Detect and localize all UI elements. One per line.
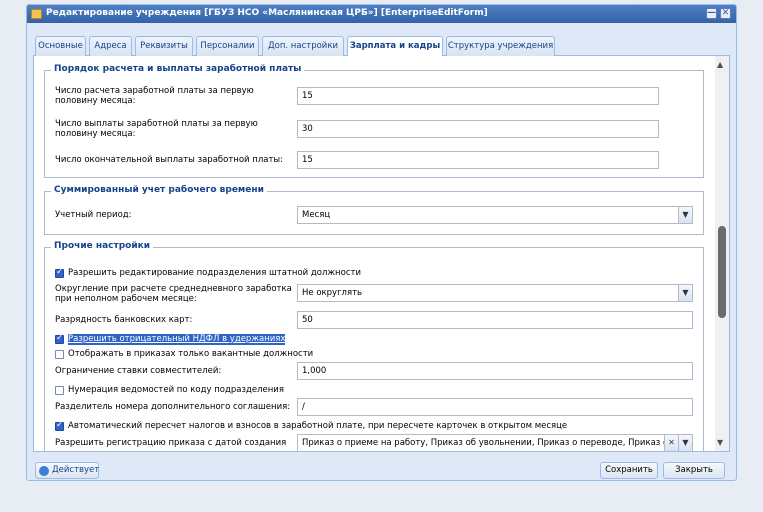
vacant-only-label: Отображать в приказах только вакантные д… [68,349,314,359]
tab-main[interactable]: Основные [35,36,86,56]
tab-structure[interactable]: Структура учреждения [446,36,555,56]
salary-final-day-input[interactable]: 15 [297,151,659,169]
status-label: Действует [52,465,100,475]
window-app-icon [31,9,42,19]
allow-edit-checkbox[interactable] [55,267,64,278]
scroll-thumb[interactable] [718,226,726,318]
status-button[interactable]: Действует [35,462,99,479]
rate-limit-label: Ограничение ставки совместителей: [55,366,222,376]
rate-limit-input[interactable]: 1,000 [297,362,693,380]
salary-fieldset: Порядок расчета и выплаты заработной пла… [44,64,704,178]
vertical-scrollbar[interactable]: ▲ ▼ [715,56,729,451]
tab-content-salary: Порядок расчета и выплаты заработной пла… [33,56,730,452]
numbering-checkbox[interactable] [55,386,64,395]
tab-addresses[interactable]: Адреса [89,36,132,56]
salary-final-label: Число окончательной выплаты заработной п… [55,155,284,165]
allow-edit-label: Разрешить редактирование подразделения ш… [68,268,361,278]
other-fieldset: Прочие настройки Разрешить редактировани… [44,241,704,451]
negative-ndfl-checkbox[interactable] [55,333,64,344]
salary-legend: Порядок расчета и выплаты заработной пла… [51,64,305,74]
chevron-down-icon[interactable]: ▼ [678,285,692,301]
window-title: Редактирование учреждения [ГБУЗ НСО «Мас… [46,8,488,18]
scroll-down-icon[interactable]: ▼ [717,438,723,447]
order-date-value: Приказ о приеме на работу, Приказ об уво… [302,438,674,448]
salary-calc-day-input[interactable]: 15 [297,87,659,105]
order-date-label: Разрешить регистрацию приказа с датой со… [55,438,287,448]
salary-pay-label-line2: половину месяца: [55,129,136,139]
period-select[interactable]: Месяц ▼ [297,206,693,224]
separator-input[interactable]: / [297,398,693,416]
vacant-only-checkbox[interactable] [55,350,64,359]
order-date-multiselect[interactable]: Приказ о приеме на работу, Приказ об уво… [297,434,693,451]
tab-strip: Основные Адреса Реквизиты Персоналии Доп… [33,36,730,57]
save-button[interactable]: Сохранить [600,462,658,479]
minimize-icon[interactable]: — [706,8,717,19]
negative-ndfl-label: Разрешить отрицательный НДФЛ в удержания… [68,334,286,345]
close-button[interactable]: Закрыть [663,462,725,479]
tab-requisites[interactable]: Реквизиты [135,36,193,56]
period-label: Учетный период: [55,210,132,220]
auto-recalc-label: Автоматический пересчет налогов и взносо… [68,421,568,431]
status-icon [39,466,49,476]
chevron-down-icon[interactable]: ▼ [678,207,692,223]
worktime-legend: Суммированный учет рабочего времени [51,185,267,195]
tab-extra-settings[interactable]: Доп. настройки [262,36,344,56]
clear-icon[interactable]: ✕ [664,435,679,451]
rounding-select[interactable]: Не округлять ▼ [297,284,693,302]
window-titlebar[interactable]: Редактирование учреждения [ГБУЗ НСО «Мас… [27,5,736,23]
numbering-label: Нумерация ведомостей по коду подразделен… [68,385,284,395]
rounding-value: Не округлять [302,288,363,298]
window-footer: Действует Сохранить Закрыть [27,457,736,481]
edit-window: Редактирование учреждения [ГБУЗ НСО «Мас… [26,4,737,481]
auto-recalc-checkbox[interactable] [55,420,64,431]
close-icon[interactable]: ✕ [720,8,731,19]
card-digits-input[interactable]: 50 [297,311,693,329]
salary-calc-label-line2: половину месяца: [55,96,136,106]
separator-label: Разделитель номера дополнительного согла… [55,402,291,412]
card-digits-label: Разрядность банковских карт: [55,315,193,325]
chevron-down-icon[interactable]: ▼ [678,435,692,451]
worktime-fieldset: Суммированный учет рабочего времени Учет… [44,185,704,235]
rounding-label-line2: при неполном рабочем месяце: [55,294,197,304]
scroll-up-icon[interactable]: ▲ [717,60,723,69]
tab-salary-and-hr[interactable]: Зарплата и кадры [347,36,443,57]
period-value: Месяц [302,210,331,220]
tab-persons[interactable]: Персоналии [196,36,259,56]
salary-pay-day-input[interactable]: 30 [297,120,659,138]
other-legend: Прочие настройки [51,241,154,251]
